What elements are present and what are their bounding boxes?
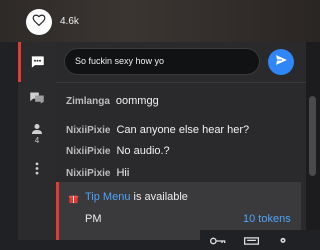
chat-message: Zimlanga oommgg	[66, 91, 159, 109]
message-text: No audio.?	[116, 145, 170, 157]
key-icon[interactable]	[210, 232, 226, 250]
chat-message: NixiiPixie No audio.?	[66, 141, 170, 159]
like-button[interactable]	[26, 9, 52, 35]
message-username[interactable]: NixiiPixie	[66, 125, 110, 136]
chat-message: NixiiPixie Hii	[66, 163, 129, 181]
message-username[interactable]: Zimlanga	[66, 96, 110, 107]
users-count: 4	[34, 136, 40, 145]
tip-menu-suffix: is available	[130, 191, 188, 203]
message-text: oommgg	[115, 95, 159, 107]
chat-icon	[30, 55, 45, 74]
more-button[interactable]	[18, 162, 56, 180]
chat-input[interactable]: So fuckin sexy how yo	[64, 48, 260, 75]
location-icon[interactable]	[278, 232, 288, 250]
like-count: 4.6k	[60, 16, 79, 27]
tip-menu-link[interactable]: Tip Menu	[85, 191, 130, 203]
gift-icon	[68, 191, 79, 209]
scrollbar-thumb[interactable]	[309, 96, 316, 176]
chat-message: NixiiPixie Can anyone else hear her?	[66, 120, 249, 138]
send-icon	[275, 53, 288, 71]
tip-menu-line: Tip Menu is available	[85, 191, 188, 203]
tip-item-price: 10 tokens	[243, 213, 291, 225]
tab-private-chat[interactable]	[18, 91, 56, 110]
chat-divider	[56, 82, 306, 83]
message-text: Can anyone else hear her?	[116, 124, 250, 136]
heart-icon	[32, 13, 46, 31]
tip-item-label: PM	[85, 213, 102, 225]
message-text: Hii	[116, 167, 130, 179]
tab-public-chat[interactable]	[18, 55, 56, 74]
keyboard-icon[interactable]	[244, 232, 259, 250]
message-username[interactable]: NixiiPixie	[66, 168, 110, 179]
more-icon	[35, 162, 39, 180]
private-chat-icon	[29, 91, 45, 110]
message-username[interactable]: NixiiPixie	[66, 146, 110, 157]
send-button[interactable]	[268, 49, 294, 75]
